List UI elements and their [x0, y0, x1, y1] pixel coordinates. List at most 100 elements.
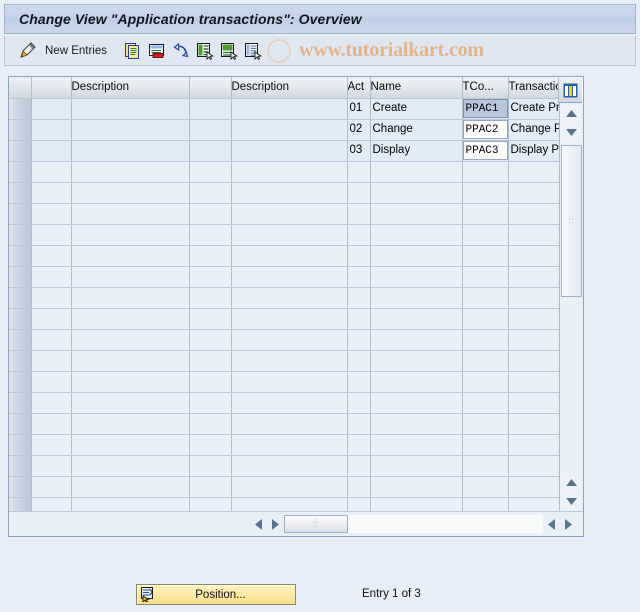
cell-desc2[interactable]	[231, 140, 348, 162]
cell-empty[interactable]	[189, 434, 232, 456]
cell-empty[interactable]	[370, 455, 463, 477]
cell-empty[interactable]	[31, 371, 72, 393]
cell-empty[interactable]	[71, 224, 190, 246]
cell-empty[interactable]	[31, 266, 72, 288]
cell-empty[interactable]	[71, 350, 190, 372]
cell-empty[interactable]	[71, 245, 190, 267]
table-row-empty[interactable]	[9, 413, 561, 435]
cell-empty[interactable]	[462, 203, 509, 225]
cell-empty[interactable]	[508, 350, 561, 372]
cell-empty[interactable]	[347, 392, 371, 414]
cell-empty[interactable]	[71, 476, 190, 498]
cell-empty[interactable]	[508, 329, 561, 351]
cell-empty[interactable]	[189, 245, 232, 267]
tcode-input[interactable]: PPAC3	[462, 141, 507, 160]
column-header-name[interactable]: Name	[370, 77, 463, 99]
cell-b[interactable]	[189, 119, 232, 141]
row-selector[interactable]	[9, 287, 32, 309]
column-config-icon[interactable]	[558, 78, 582, 103]
cell-empty[interactable]	[31, 434, 72, 456]
cell-empty[interactable]	[231, 413, 348, 435]
cell-empty[interactable]	[370, 329, 463, 351]
cell-tcode[interactable]: PPAC2	[462, 119, 509, 141]
cell-empty[interactable]	[370, 497, 463, 512]
cell-empty[interactable]	[462, 308, 509, 330]
cell-empty[interactable]	[347, 245, 371, 267]
cell-empty[interactable]	[508, 371, 561, 393]
cell-empty[interactable]	[231, 329, 348, 351]
cell-b[interactable]	[189, 98, 232, 120]
cell-empty[interactable]	[508, 266, 561, 288]
cell-a[interactable]	[31, 119, 72, 141]
table-row[interactable]: 02 Change PPAC2Change Prepai	[9, 119, 561, 141]
column-header-description-1[interactable]: Description	[71, 77, 190, 99]
cell-empty[interactable]	[508, 434, 561, 456]
table-row-empty[interactable]	[9, 350, 561, 372]
cell-empty[interactable]	[231, 350, 348, 372]
cell-empty[interactable]	[231, 203, 348, 225]
cell-empty[interactable]	[71, 329, 190, 351]
row-selector[interactable]	[9, 224, 32, 246]
cell-empty[interactable]	[508, 161, 561, 183]
scroll-right-icon[interactable]	[267, 515, 284, 533]
new-entries-button[interactable]: New Entries	[41, 39, 115, 63]
scroll-down-icon[interactable]	[562, 124, 581, 141]
table-row-empty[interactable]	[9, 434, 561, 456]
cell-name[interactable]: Create	[370, 98, 463, 120]
cell-desc2[interactable]	[231, 98, 348, 120]
cell-empty[interactable]	[189, 182, 232, 204]
table-row-empty[interactable]	[9, 161, 561, 183]
cell-empty[interactable]	[370, 287, 463, 309]
cell-empty[interactable]	[508, 287, 561, 309]
cell-empty[interactable]	[462, 371, 509, 393]
cell-empty[interactable]	[231, 497, 348, 512]
cell-empty[interactable]	[508, 476, 561, 498]
cell-empty[interactable]	[508, 413, 561, 435]
row-selector[interactable]	[9, 434, 32, 456]
row-selector[interactable]	[9, 203, 32, 225]
scroll-page-right-icon[interactable]	[560, 515, 577, 533]
cell-empty[interactable]	[508, 182, 561, 204]
cell-empty[interactable]	[347, 161, 371, 183]
cell-empty[interactable]	[71, 266, 190, 288]
cell-empty[interactable]	[231, 476, 348, 498]
cell-empty[interactable]	[231, 287, 348, 309]
cell-empty[interactable]	[71, 455, 190, 477]
cell-empty[interactable]	[462, 434, 509, 456]
cell-empty[interactable]	[231, 434, 348, 456]
cell-empty[interactable]	[347, 476, 371, 498]
scroll-up-icon[interactable]	[562, 105, 581, 122]
cell-empty[interactable]	[31, 203, 72, 225]
table-row-empty[interactable]	[9, 224, 561, 246]
cell-empty[interactable]	[370, 392, 463, 414]
cell-empty[interactable]	[370, 224, 463, 246]
row-selector[interactable]	[9, 98, 32, 120]
cell-empty[interactable]	[231, 308, 348, 330]
table-row-empty[interactable]	[9, 392, 561, 414]
horizontal-scrollbar-thumb[interactable]: ∴ ∴	[284, 515, 348, 533]
cell-name[interactable]: Change	[370, 119, 463, 141]
horizontal-scrollbar-track[interactable]	[348, 515, 543, 533]
cell-empty[interactable]	[31, 224, 72, 246]
cell-empty[interactable]	[370, 182, 463, 204]
cell-empty[interactable]	[31, 182, 72, 204]
cell-empty[interactable]	[462, 350, 509, 372]
cell-empty[interactable]	[189, 371, 232, 393]
row-selector[interactable]	[9, 119, 32, 141]
cell-empty[interactable]	[462, 224, 509, 246]
cell-empty[interactable]	[31, 413, 72, 435]
cell-empty[interactable]	[31, 455, 72, 477]
cell-empty[interactable]	[231, 161, 348, 183]
cell-empty[interactable]	[370, 413, 463, 435]
cell-empty[interactable]	[31, 308, 72, 330]
cell-empty[interactable]	[370, 350, 463, 372]
cell-empty[interactable]	[462, 392, 509, 414]
cell-empty[interactable]	[508, 308, 561, 330]
cell-empty[interactable]	[71, 371, 190, 393]
cell-desc1[interactable]	[71, 140, 190, 162]
cell-empty[interactable]	[71, 161, 190, 183]
cell-empty[interactable]	[31, 392, 72, 414]
cell-empty[interactable]	[189, 476, 232, 498]
cell-empty[interactable]	[462, 329, 509, 351]
cell-empty[interactable]	[189, 224, 232, 246]
